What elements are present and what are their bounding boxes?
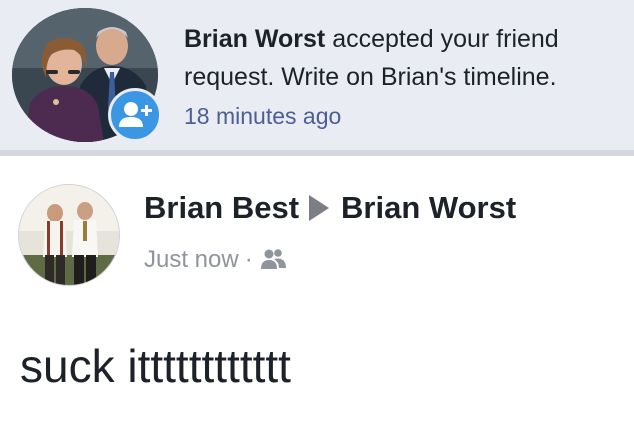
post-author-avatar[interactable]: [18, 184, 120, 286]
friend-request-notification[interactable]: Brian Worst accepted your friend request…: [0, 0, 634, 150]
right-triangle-icon: [309, 195, 330, 221]
notification-timestamp: 18 minutes ago: [184, 103, 342, 129]
post-text: suck itttttttttttt: [20, 340, 291, 392]
post-meta: Just now ·: [144, 244, 287, 280]
friends-audience-icon: [260, 249, 286, 269]
add-friend-badge: [108, 88, 162, 142]
section-divider: [0, 150, 634, 156]
post-timestamp[interactable]: Just now: [144, 246, 239, 273]
notification-actor-name[interactable]: Brian Worst: [184, 25, 325, 53]
meta-separator: ·: [244, 246, 253, 273]
post-header: Brian Best Brian Worst: [144, 188, 516, 228]
two-men-photo: [19, 185, 119, 285]
notification-text: Brian Worst accepted your friend request…: [184, 20, 624, 96]
add-friend-icon: [119, 102, 152, 127]
friends-icon[interactable]: [259, 247, 287, 280]
post-author-name[interactable]: Brian Best: [144, 190, 299, 225]
post-target-name[interactable]: Brian Worst: [341, 190, 516, 225]
